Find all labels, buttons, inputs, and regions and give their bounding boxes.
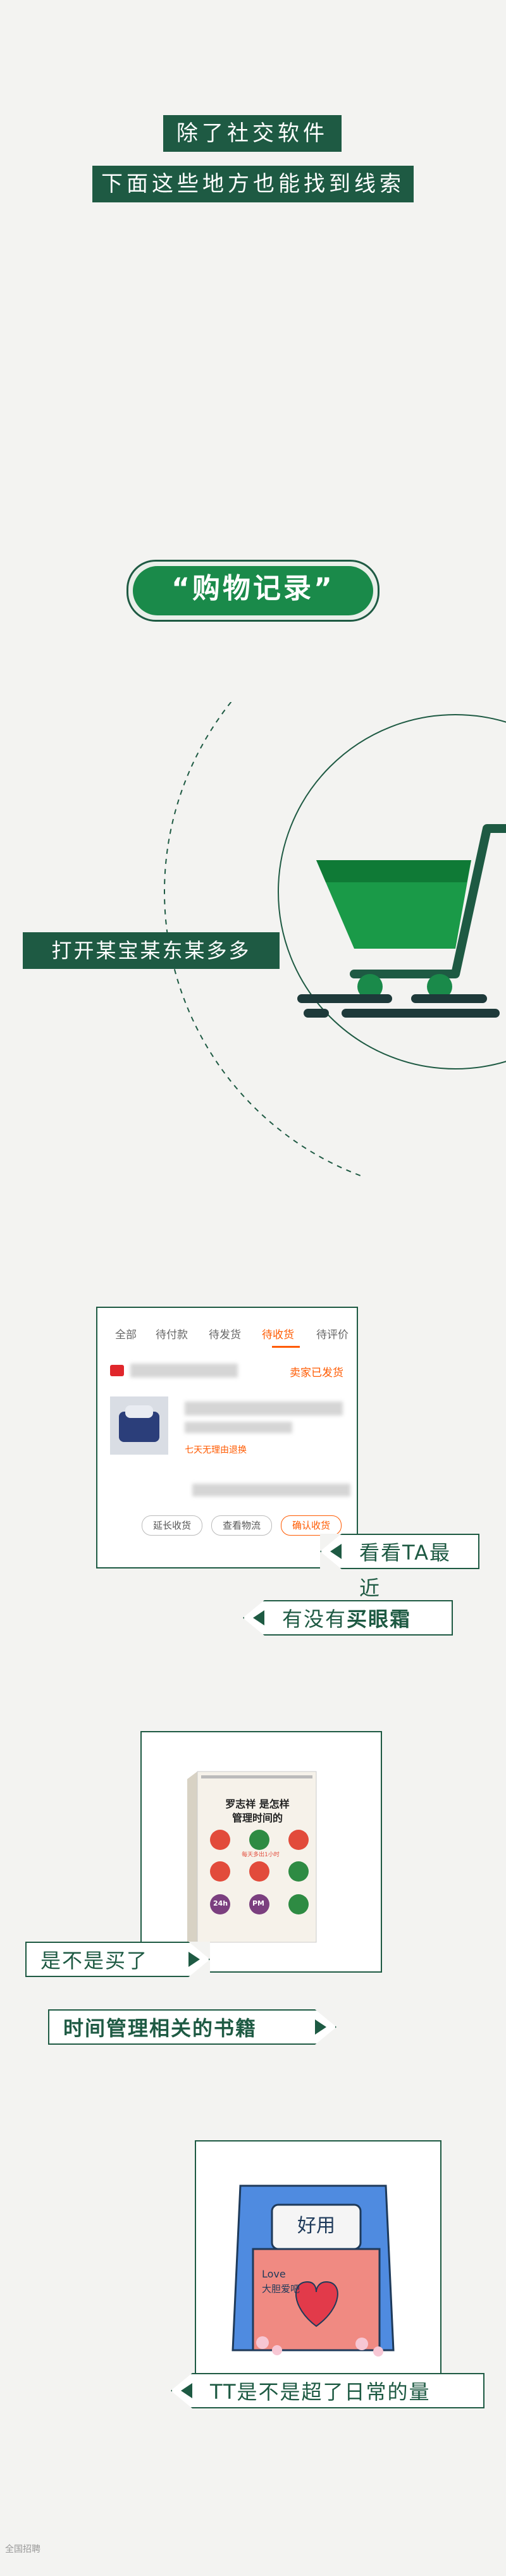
tag-tt-question: TT是不是超了日常的量 — [171, 2373, 484, 2408]
store-name-blurred — [130, 1364, 238, 1377]
tag-see-recent-text: 看看TA最近 — [359, 1541, 451, 1600]
product-love-text: Love — [262, 2268, 286, 2280]
tag-tt-question-text: TT是不是超了日常的量 — [210, 2380, 431, 2404]
seller-status: 卖家已发货 — [290, 1367, 343, 1379]
tab-all[interactable]: 全部 — [115, 1326, 137, 1341]
order-screenshot-card: 全部 待付款 待发货 待收货 待评价 卖家已发货 七天无理由退换 延长收货 查看… — [96, 1307, 358, 1568]
confirm-receipt-button[interactable]: 确认收货 — [281, 1515, 342, 1536]
tag-see-recent: 看看TA最近 — [320, 1534, 479, 1600]
section-title: “购物记录” — [133, 566, 373, 615]
store-icon — [110, 1365, 124, 1376]
book-title-top: 罗志祥 是怎样 — [225, 1798, 290, 1810]
right-arrow-icon — [315, 2019, 326, 2035]
product-spec-blurred — [185, 1422, 292, 1433]
section-title-badge: “购物记录” — [126, 560, 379, 622]
tab-unshipped[interactable]: 待发货 — [209, 1326, 241, 1341]
book-card: 罗志祥 是怎样 管理时间的 每天多出1小时 24h PM — [140, 1731, 382, 1973]
right-arrow-icon — [188, 1952, 200, 1967]
left-arrow-icon — [330, 1544, 342, 1559]
header-line-1: 除了社交软件 — [163, 115, 342, 152]
tag-eye-cream-bold: 买眼霜 — [347, 1607, 412, 1631]
product-box-text: 好用 — [297, 2215, 335, 2237]
header-line-2: 下面这些地方也能找到线索 — [92, 166, 414, 202]
book-title-bottom: 管理时间的 — [231, 1812, 283, 1824]
active-tab-underline — [272, 1346, 300, 1348]
price-blurred — [192, 1484, 350, 1496]
page: { "header": { "line1": "除了社交软件", "line2"… — [0, 0, 506, 2576]
footer-brand: 全国招聘 — [5, 2544, 40, 2554]
view-logistics-button[interactable]: 查看物流 — [211, 1515, 272, 1536]
tag-time-books-text: 时间管理相关的书籍 — [63, 2016, 257, 2040]
product-love-sub: 大胆爱吧 — [262, 2283, 300, 2295]
tag-eye-cream-prefix: 有没有 — [282, 1607, 347, 1631]
tab-to-review[interactable]: 待评价 — [316, 1326, 349, 1341]
extend-receipt-button[interactable]: 延长收货 — [142, 1515, 202, 1536]
book-badge-24h: 24h — [213, 1899, 228, 1907]
left-arrow-icon — [181, 2383, 192, 2398]
tag-did-buy: 是不是买了 — [25, 1942, 210, 1977]
tab-to-receive[interactable]: 待收货 — [262, 1326, 294, 1341]
book-highlight: 每天多出1小时 — [242, 1852, 280, 1858]
shipping-note: 七天无理由退换 — [185, 1445, 247, 1455]
tag-did-buy-text: 是不是买了 — [40, 1949, 149, 1973]
tag-time-books: 时间管理相关的书籍 — [48, 2009, 336, 2045]
tab-unpaid[interactable]: 待付款 — [156, 1326, 188, 1341]
left-arrow-icon — [253, 1610, 264, 1625]
book-badge-pm: PM — [252, 1899, 265, 1907]
order-tabs: 全部 待付款 待发货 待收货 待评价 — [110, 1321, 350, 1348]
tag-eye-cream: 有没有买眼霜 — [243, 1600, 453, 1636]
product-box-illustration — [231, 2185, 395, 2357]
product-box-card: 好用 Love 大胆爱吧 — [195, 2140, 441, 2387]
open-shopping-apps-label: 打开某宝某东某多多 — [23, 932, 280, 969]
product-title-blurred — [185, 1402, 343, 1415]
product-thumbnail[interactable] — [110, 1396, 168, 1455]
